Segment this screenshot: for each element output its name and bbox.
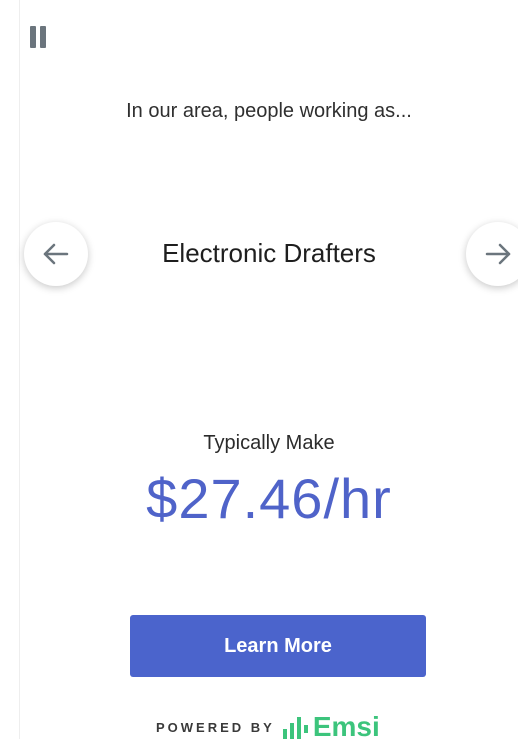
arrow-right-icon (485, 243, 511, 265)
occupation-title: Electronic Drafters (162, 238, 376, 268)
left-edge (0, 0, 20, 739)
next-button[interactable] (466, 222, 518, 286)
wage-value: $27.46/hr (146, 467, 392, 530)
learn-more-button[interactable]: Learn More (130, 615, 426, 677)
powered-by-emsi[interactable]: POWERED BY Emsi (156, 711, 380, 739)
powered-by-text: POWERED BY (156, 719, 275, 735)
emsi-bars-icon (281, 715, 311, 739)
pause-button[interactable] (28, 26, 52, 52)
wage-label: Typically Make (203, 432, 335, 454)
intro-text: In our area, people working as... (126, 100, 412, 122)
occupation-widget: In our area, people working as... Electr… (0, 0, 518, 739)
brand-name: Emsi (312, 711, 380, 739)
